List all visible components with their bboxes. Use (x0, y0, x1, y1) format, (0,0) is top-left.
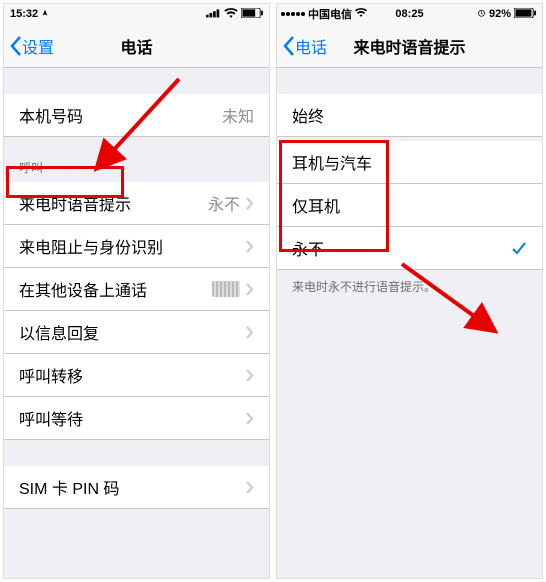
alarm-icon (477, 8, 486, 20)
status-bar: 15:32 (4, 4, 269, 24)
row-respond-text[interactable]: 以信息回复 (4, 311, 269, 354)
status-time: 08:25 (395, 8, 423, 20)
checkmark-icon (511, 240, 527, 256)
footer-note: 来电时永不进行语音提示。 (277, 270, 542, 303)
back-label: 设置 (22, 34, 54, 58)
cell-label: 以信息回复 (19, 320, 99, 344)
signal-icon (206, 8, 221, 21)
battery-percent: 92% (489, 8, 511, 20)
group-header-call: 呼叫 (4, 137, 269, 182)
cell-label: 呼叫等待 (19, 406, 83, 430)
chevron-right-icon (246, 240, 254, 253)
row-other-devices[interactable]: 在其他设备上通话 (4, 268, 269, 311)
nav-bar: 电话 来电时语音提示 (277, 24, 542, 68)
nav-title: 电话 (120, 34, 152, 58)
phone-right: 中国电信 08:25 92% 电话 来电时语音提示 始终 耳机与汽车 (276, 3, 543, 579)
blurred-value (212, 281, 240, 297)
signal-dots-icon (281, 12, 305, 16)
chevron-right-icon (246, 197, 254, 210)
chevron-right-icon (246, 412, 254, 425)
cell-label: SIM 卡 PIN 码 (19, 475, 119, 499)
row-always[interactable]: 始终 (277, 94, 542, 137)
wifi-icon (355, 8, 367, 20)
cell-label: 来电时语音提示 (19, 191, 131, 215)
back-label: 电话 (295, 34, 327, 58)
cell-label: 呼叫转移 (19, 363, 83, 387)
location-icon (41, 8, 49, 20)
cell-label: 仅耳机 (292, 193, 340, 217)
cell-value: 未知 (222, 103, 254, 127)
carrier-label: 中国电信 (308, 6, 352, 22)
cell-label: 在其他设备上通话 (19, 277, 147, 301)
row-headphones-car[interactable]: 耳机与汽车 (277, 141, 542, 184)
wifi-icon (224, 8, 238, 21)
battery-icon (514, 8, 536, 21)
row-call-blocking[interactable]: 来电阻止与身份识别 (4, 225, 269, 268)
status-time: 15:32 (10, 8, 38, 20)
cell-label: 耳机与汽车 (292, 150, 372, 174)
cell-label: 来电阻止与身份识别 (19, 234, 163, 258)
status-bar: 中国电信 08:25 92% (277, 4, 542, 24)
cell-label: 始终 (292, 103, 324, 127)
chevron-right-icon (246, 283, 254, 296)
chevron-right-icon (246, 326, 254, 339)
chevron-right-icon (246, 481, 254, 494)
row-sim-pin[interactable]: SIM 卡 PIN 码 (4, 466, 269, 509)
back-button[interactable]: 设置 (4, 34, 54, 58)
phone-left: 15:32 设置 电话 本机号码 未知 呼叫 来电时语 (3, 3, 270, 579)
row-my-number[interactable]: 本机号码 未知 (4, 94, 269, 137)
chevron-right-icon (246, 369, 254, 382)
nav-title: 来电时语音提示 (353, 34, 465, 58)
row-announce-calls[interactable]: 来电时语音提示 永不 (4, 182, 269, 225)
row-never[interactable]: 永不 (277, 227, 542, 270)
nav-bar: 设置 电话 (4, 24, 269, 68)
row-call-forwarding[interactable]: 呼叫转移 (4, 354, 269, 397)
battery-icon (241, 8, 263, 21)
row-call-waiting[interactable]: 呼叫等待 (4, 397, 269, 440)
cell-label: 永不 (292, 236, 324, 260)
cell-value: 永不 (208, 191, 240, 215)
back-button[interactable]: 电话 (277, 34, 327, 58)
row-headphones-only[interactable]: 仅耳机 (277, 184, 542, 227)
cell-label: 本机号码 (19, 103, 83, 127)
